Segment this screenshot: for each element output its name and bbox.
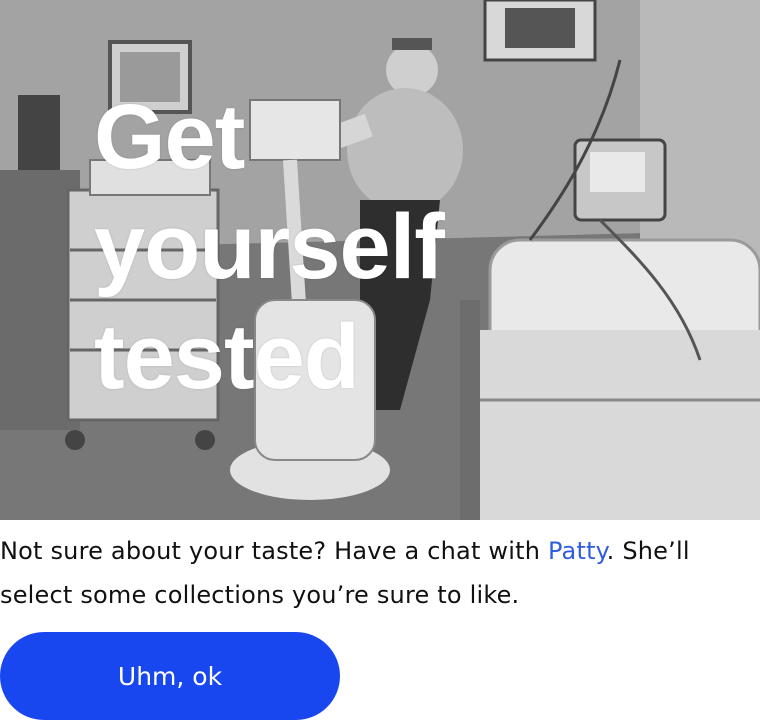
hero-image: Get yourself tested bbox=[0, 0, 760, 520]
promo-card: Get yourself tested Not sure about your … bbox=[0, 0, 760, 720]
patty-link[interactable]: Patty bbox=[548, 537, 607, 565]
hero-title: Get yourself tested bbox=[94, 86, 445, 408]
uhm-ok-button[interactable]: Uhm, ok bbox=[0, 632, 340, 720]
promo-caption: Not sure about your taste? Have a chat w… bbox=[0, 529, 740, 617]
caption-text-before: Not sure about your taste? Have a chat w… bbox=[0, 537, 548, 565]
